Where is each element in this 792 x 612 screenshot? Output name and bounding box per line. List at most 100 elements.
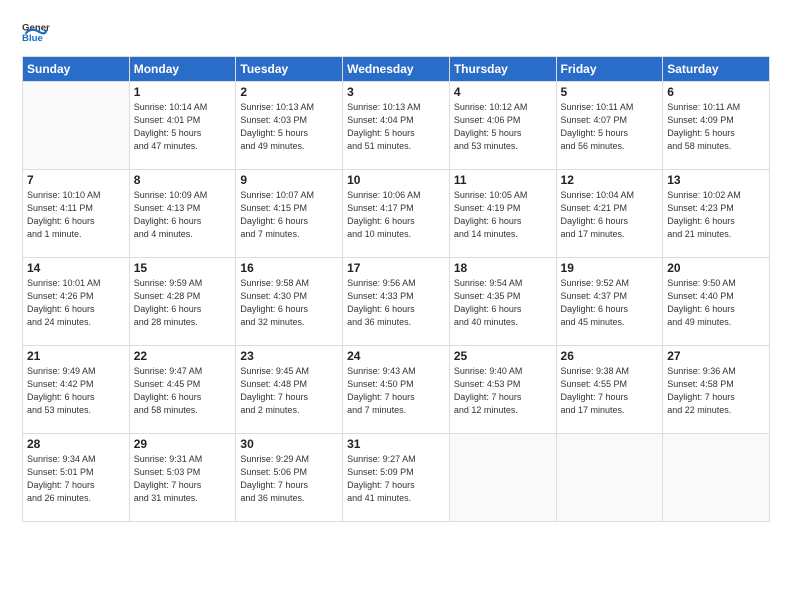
day-info: Sunrise: 10:04 AM Sunset: 4:21 PM Daylig… (561, 189, 659, 241)
day-info: Sunrise: 9:29 AM Sunset: 5:06 PM Dayligh… (240, 453, 338, 505)
day-info: Sunrise: 9:40 AM Sunset: 4:53 PM Dayligh… (454, 365, 552, 417)
weekday-header: Wednesday (343, 57, 450, 82)
calendar-week-row: 21Sunrise: 9:49 AM Sunset: 4:42 PM Dayli… (23, 346, 770, 434)
day-info: Sunrise: 10:11 AM Sunset: 4:09 PM Daylig… (667, 101, 765, 153)
day-info: Sunrise: 10:06 AM Sunset: 4:17 PM Daylig… (347, 189, 445, 241)
calendar-cell: 23 Sunrise: 9:45 AM Sunset: 4:48 PM Dayli… (236, 346, 343, 434)
calendar-cell: 29 Sunrise: 9:31 AM Sunset: 5:03 PM Dayli… (129, 434, 236, 522)
day-info: Sunrise: 10:13 AM Sunset: 4:03 PM Daylig… (240, 101, 338, 153)
day-info: Sunrise: 10:01 AM Sunset: 4:26 PM Daylig… (27, 277, 125, 329)
calendar-cell: 2 Sunrise: 10:13 AM Sunset: 4:03 PM Dayli… (236, 82, 343, 170)
calendar-cell: 17 Sunrise: 9:56 AM Sunset: 4:33 PM Dayli… (343, 258, 450, 346)
calendar-cell: 7Sunrise: 10:10 AM Sunset: 4:11 PM Dayli… (23, 170, 130, 258)
calendar-table: SundayMondayTuesdayWednesdayThursdayFrid… (22, 56, 770, 522)
day-number: 31 (347, 437, 445, 451)
weekday-header: Monday (129, 57, 236, 82)
day-info: Sunrise: 10:13 AM Sunset: 4:04 PM Daylig… (347, 101, 445, 153)
day-info: Sunrise: 9:31 AM Sunset: 5:03 PM Dayligh… (134, 453, 232, 505)
calendar-cell: 20 Sunrise: 9:50 AM Sunset: 4:40 PM Dayli… (663, 258, 770, 346)
svg-text:Blue: Blue (22, 33, 43, 44)
calendar-cell (556, 434, 663, 522)
day-number: 2 (240, 85, 338, 99)
calendar-cell: 18 Sunrise: 9:54 AM Sunset: 4:35 PM Dayli… (449, 258, 556, 346)
weekday-header: Tuesday (236, 57, 343, 82)
weekday-header: Sunday (23, 57, 130, 82)
day-number: 18 (454, 261, 552, 275)
day-info: Sunrise: 9:36 AM Sunset: 4:58 PM Dayligh… (667, 365, 765, 417)
day-info: Sunrise: 9:34 AM Sunset: 5:01 PM Dayligh… (27, 453, 125, 505)
day-number: 5 (561, 85, 659, 99)
calendar-cell (449, 434, 556, 522)
day-number: 3 (347, 85, 445, 99)
day-number: 8 (134, 173, 232, 187)
day-info: Sunrise: 9:52 AM Sunset: 4:37 PM Dayligh… (561, 277, 659, 329)
calendar-week-row: 14 Sunrise: 10:01 AM Sunset: 4:26 PM Dayl… (23, 258, 770, 346)
calendar-cell: 31 Sunrise: 9:27 AM Sunset: 5:09 PM Dayli… (343, 434, 450, 522)
calendar-cell: 12Sunrise: 10:04 AM Sunset: 4:21 PM Dayl… (556, 170, 663, 258)
calendar-cell: 9Sunrise: 10:07 AM Sunset: 4:15 PM Dayli… (236, 170, 343, 258)
day-number: 11 (454, 173, 552, 187)
day-number: 28 (27, 437, 125, 451)
calendar-week-row: 1 Sunrise: 10:14 AM Sunset: 4:01 PM Dayli… (23, 82, 770, 170)
day-number: 4 (454, 85, 552, 99)
calendar-cell (23, 82, 130, 170)
calendar-cell: 27Sunrise: 9:36 AM Sunset: 4:58 PM Dayli… (663, 346, 770, 434)
calendar-cell: 1 Sunrise: 10:14 AM Sunset: 4:01 PM Dayli… (129, 82, 236, 170)
day-number: 14 (27, 261, 125, 275)
day-info: Sunrise: 9:50 AM Sunset: 4:40 PM Dayligh… (667, 277, 765, 329)
day-info: Sunrise: 9:45 AM Sunset: 4:48 PM Dayligh… (240, 365, 338, 417)
calendar-cell: 16Sunrise: 9:58 AM Sunset: 4:30 PM Dayli… (236, 258, 343, 346)
day-info: Sunrise: 10:05 AM Sunset: 4:19 PM Daylig… (454, 189, 552, 241)
day-number: 23 (240, 349, 338, 363)
day-number: 6 (667, 85, 765, 99)
day-info: Sunrise: 9:38 AM Sunset: 4:55 PM Dayligh… (561, 365, 659, 417)
calendar-cell: 19Sunrise: 9:52 AM Sunset: 4:37 PM Dayli… (556, 258, 663, 346)
day-number: 9 (240, 173, 338, 187)
day-number: 30 (240, 437, 338, 451)
day-number: 20 (667, 261, 765, 275)
page: General Blue SundayMondayTuesdayWednesda… (0, 0, 792, 534)
logo: General Blue (22, 18, 50, 46)
calendar-cell: 5 Sunrise: 10:11 AM Sunset: 4:07 PM Dayli… (556, 82, 663, 170)
calendar-cell: 6 Sunrise: 10:11 AM Sunset: 4:09 PM Dayli… (663, 82, 770, 170)
day-number: 26 (561, 349, 659, 363)
calendar-cell: 24 Sunrise: 9:43 AM Sunset: 4:50 PM Dayli… (343, 346, 450, 434)
day-info: Sunrise: 9:43 AM Sunset: 4:50 PM Dayligh… (347, 365, 445, 417)
day-info: Sunrise: 9:27 AM Sunset: 5:09 PM Dayligh… (347, 453, 445, 505)
day-number: 10 (347, 173, 445, 187)
day-info: Sunrise: 9:47 AM Sunset: 4:45 PM Dayligh… (134, 365, 232, 417)
calendar-cell: 15 Sunrise: 9:59 AM Sunset: 4:28 PM Dayli… (129, 258, 236, 346)
calendar-cell: 8 Sunrise: 10:09 AM Sunset: 4:13 PM Dayli… (129, 170, 236, 258)
calendar-cell: 14 Sunrise: 10:01 AM Sunset: 4:26 PM Dayl… (23, 258, 130, 346)
day-number: 7 (27, 173, 125, 187)
day-info: Sunrise: 9:59 AM Sunset: 4:28 PM Dayligh… (134, 277, 232, 329)
calendar-body: 1 Sunrise: 10:14 AM Sunset: 4:01 PM Dayli… (23, 82, 770, 522)
logo-icon: General Blue (22, 18, 50, 46)
calendar-week-row: 28 Sunrise: 9:34 AM Sunset: 5:01 PM Dayli… (23, 434, 770, 522)
calendar-cell: 4Sunrise: 10:12 AM Sunset: 4:06 PM Dayli… (449, 82, 556, 170)
day-number: 29 (134, 437, 232, 451)
calendar-cell: 13Sunrise: 10:02 AM Sunset: 4:23 PM Dayl… (663, 170, 770, 258)
calendar-cell: 28 Sunrise: 9:34 AM Sunset: 5:01 PM Dayli… (23, 434, 130, 522)
calendar-cell: 11 Sunrise: 10:05 AM Sunset: 4:19 PM Dayl… (449, 170, 556, 258)
calendar-header-row: SundayMondayTuesdayWednesdayThursdayFrid… (23, 57, 770, 82)
day-number: 24 (347, 349, 445, 363)
day-number: 16 (240, 261, 338, 275)
calendar-cell: 25Sunrise: 9:40 AM Sunset: 4:53 PM Dayli… (449, 346, 556, 434)
weekday-header: Saturday (663, 57, 770, 82)
calendar-cell: 10 Sunrise: 10:06 AM Sunset: 4:17 PM Dayl… (343, 170, 450, 258)
day-info: Sunrise: 9:56 AM Sunset: 4:33 PM Dayligh… (347, 277, 445, 329)
calendar-week-row: 7Sunrise: 10:10 AM Sunset: 4:11 PM Dayli… (23, 170, 770, 258)
day-info: Sunrise: 10:11 AM Sunset: 4:07 PM Daylig… (561, 101, 659, 153)
day-number: 17 (347, 261, 445, 275)
day-number: 1 (134, 85, 232, 99)
header: General Blue (22, 18, 770, 46)
calendar-cell: 21Sunrise: 9:49 AM Sunset: 4:42 PM Dayli… (23, 346, 130, 434)
calendar-cell: 22Sunrise: 9:47 AM Sunset: 4:45 PM Dayli… (129, 346, 236, 434)
day-number: 15 (134, 261, 232, 275)
calendar-cell: 30 Sunrise: 9:29 AM Sunset: 5:06 PM Dayli… (236, 434, 343, 522)
day-info: Sunrise: 10:14 AM Sunset: 4:01 PM Daylig… (134, 101, 232, 153)
day-info: Sunrise: 10:09 AM Sunset: 4:13 PM Daylig… (134, 189, 232, 241)
calendar-cell: 26 Sunrise: 9:38 AM Sunset: 4:55 PM Dayli… (556, 346, 663, 434)
day-info: Sunrise: 9:54 AM Sunset: 4:35 PM Dayligh… (454, 277, 552, 329)
